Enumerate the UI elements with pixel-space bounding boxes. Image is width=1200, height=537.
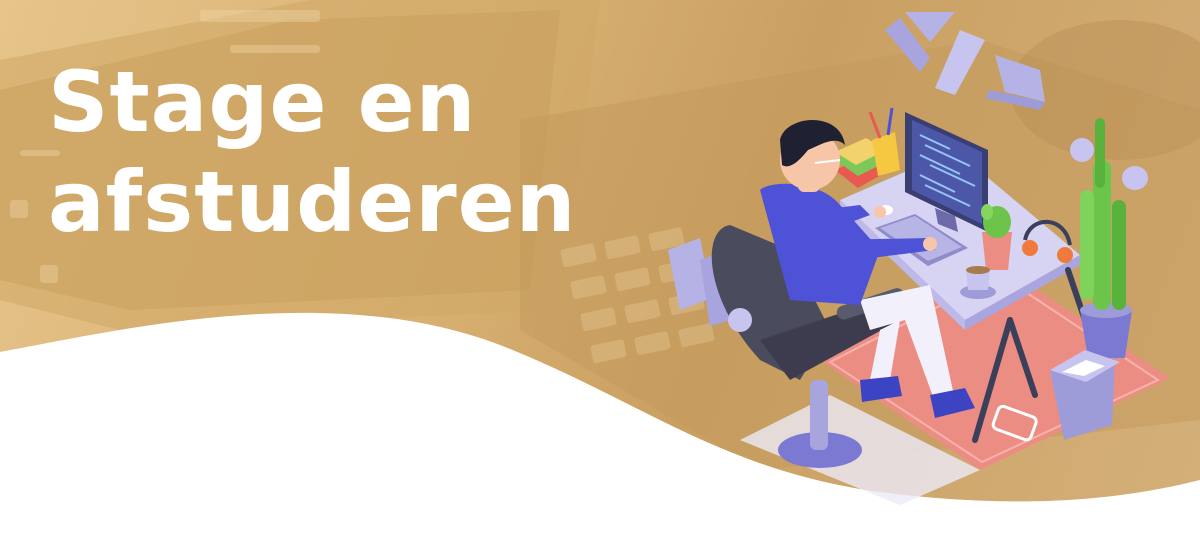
developer-at-desk-illustration — [668, 12, 1170, 505]
hero-banner: Stage en afstuderen — [0, 0, 1200, 537]
title-line-1: Stage en — [48, 53, 477, 151]
title-line-2: afstuderen — [48, 153, 577, 251]
page-title: Stage en afstuderen — [48, 52, 576, 252]
code-tag-icon — [885, 12, 1045, 110]
